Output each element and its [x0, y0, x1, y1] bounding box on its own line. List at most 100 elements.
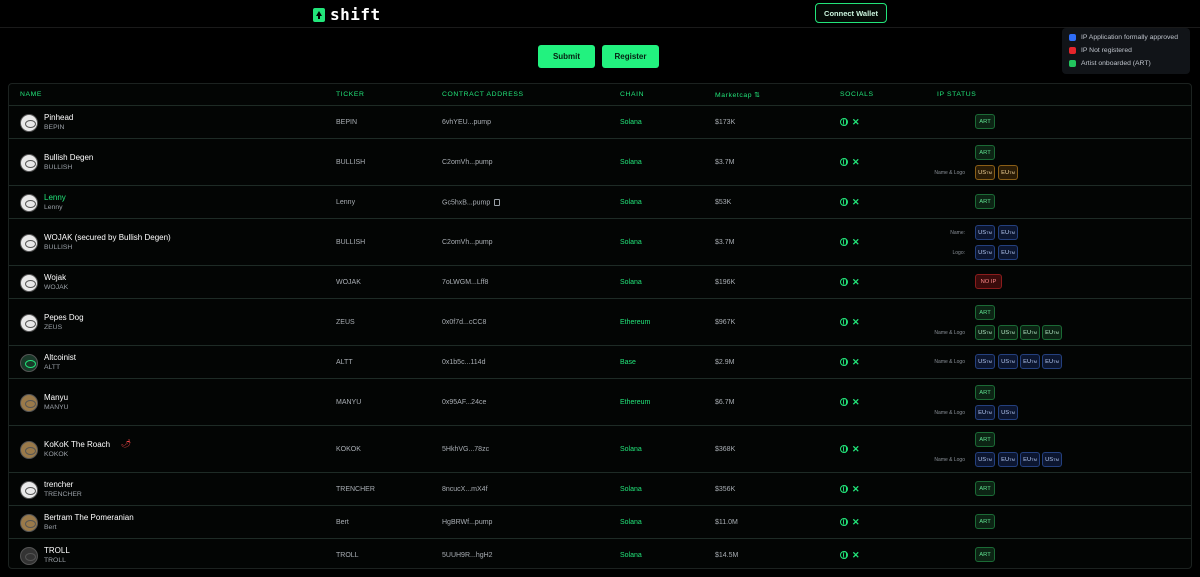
- table-row[interactable]: trencher TRENCHER TRENCHER 8ncucX...mX4f Sol…: [9, 473, 1191, 506]
- x-twitter-icon[interactable]: ✕: [852, 317, 860, 327]
- token-name[interactable]: Lenny: [44, 193, 66, 202]
- contract-address[interactable]: 6vhYEU...pump: [442, 119, 491, 126]
- table-row[interactable]: Wojak WOJAK WOJAK 7oLWGM...Lff8 Solana $196K ✕…: [9, 266, 1191, 299]
- token-name[interactable]: Bullish Degen: [44, 153, 93, 162]
- us-trademark-badge[interactable]: US TM: [975, 452, 995, 467]
- art-badge[interactable]: ART: [975, 547, 995, 562]
- connect-wallet-button[interactable]: Connect Wallet: [815, 3, 887, 23]
- art-badge[interactable]: ART: [975, 514, 995, 529]
- x-twitter-icon[interactable]: ✕: [852, 357, 860, 367]
- contract-address[interactable]: Gc5hxB...pump: [442, 199, 490, 206]
- contract-address-cell[interactable]: 8ncucX...mX4f: [442, 486, 488, 493]
- us-trademark-badge[interactable]: US TM: [998, 354, 1018, 369]
- globe-icon[interactable]: [840, 318, 848, 326]
- token-name[interactable]: Manyu: [44, 393, 68, 402]
- contract-address-cell[interactable]: 6vhYEU...pump: [442, 119, 491, 126]
- contract-address[interactable]: HgBRWf...pump: [442, 519, 492, 526]
- us-trademark-badge[interactable]: US TM: [975, 354, 995, 369]
- us-trademark-badge[interactable]: US TM: [975, 325, 995, 340]
- us-trademark-badge[interactable]: US TM: [975, 245, 995, 260]
- contract-address[interactable]: 5HkhVG...78zc: [442, 446, 489, 453]
- art-badge[interactable]: ART: [975, 385, 995, 400]
- table-row[interactable]: KoKoK The Roach 🌶 KOKOK KOKOK 5HkhVG...78zc S…: [9, 426, 1191, 473]
- eu-trademark-badge[interactable]: EU TM: [998, 245, 1018, 260]
- contract-address-cell[interactable]: 5HkhVG...78zc: [442, 446, 489, 453]
- eu-trademark-badge[interactable]: EU TM: [998, 165, 1018, 180]
- eu-trademark-badge[interactable]: EU TM: [998, 452, 1018, 467]
- token-name[interactable]: WOJAK (secured by Bullish Degen): [44, 233, 171, 242]
- us-trademark-badge[interactable]: US TM: [1042, 452, 1062, 467]
- table-row[interactable]: Bullish Degen BULLISH BULLISH C2omVh...pump…: [9, 139, 1191, 186]
- x-twitter-icon[interactable]: ✕: [852, 157, 860, 167]
- token-name[interactable]: Pinhead: [44, 113, 73, 122]
- no-ip-badge[interactable]: NO IP: [975, 274, 1002, 289]
- contract-address[interactable]: 5UUH9R...hgH2: [442, 552, 493, 559]
- table-row[interactable]: Pepes Dog ZEUS ZEUS 0x0f7d...cCC8 Ethereum $9…: [9, 299, 1191, 346]
- x-twitter-icon[interactable]: ✕: [852, 117, 860, 127]
- table-row[interactable]: Pinhead BEPIN BEPIN 6vhYEU...pump Solana $173…: [9, 106, 1191, 139]
- globe-icon[interactable]: [840, 278, 848, 286]
- art-badge[interactable]: ART: [975, 481, 995, 496]
- contract-address-cell[interactable]: Gc5hxB...pump: [442, 198, 501, 206]
- globe-icon[interactable]: [840, 118, 848, 126]
- contract-address[interactable]: 0x0f7d...cCC8: [442, 319, 486, 326]
- contract-address[interactable]: 8ncucX...mX4f: [442, 486, 488, 493]
- globe-icon[interactable]: [840, 551, 848, 559]
- table-row[interactable]: Manyu MANYU MANYU 0x95AF...24ce Ethereum $6.7…: [9, 379, 1191, 426]
- us-trademark-badge[interactable]: US TM: [998, 325, 1018, 340]
- submit-button[interactable]: Submit: [538, 45, 595, 68]
- col-marketcap[interactable]: Marketcap ⇅: [715, 91, 761, 99]
- x-twitter-icon[interactable]: ✕: [852, 484, 860, 494]
- table-row[interactable]: Altcoinist ALTT ALTT 0x1b5c...114d Base $2.9M…: [9, 346, 1191, 379]
- token-name[interactable]: Wojak: [44, 273, 66, 282]
- table-row[interactable]: Lenny Lenny Lenny Gc5hxB...pump Solana $53K ✕ A…: [9, 186, 1191, 219]
- contract-address-cell[interactable]: 0x1b5c...114d: [442, 359, 485, 366]
- eu-trademark-badge[interactable]: EU TM: [975, 405, 995, 420]
- x-twitter-icon[interactable]: ✕: [852, 397, 860, 407]
- token-name[interactable]: Altcoinist: [44, 353, 76, 362]
- copy-icon[interactable]: [494, 198, 501, 206]
- globe-icon[interactable]: [840, 158, 848, 166]
- globe-icon[interactable]: [840, 445, 848, 453]
- eu-trademark-badge[interactable]: EU TM: [1020, 354, 1040, 369]
- contract-address[interactable]: 0x95AF...24ce: [442, 399, 486, 406]
- art-badge[interactable]: ART: [975, 145, 995, 160]
- art-badge[interactable]: ART: [975, 114, 995, 129]
- eu-trademark-badge[interactable]: EU TM: [1042, 354, 1062, 369]
- x-twitter-icon[interactable]: ✕: [852, 197, 860, 207]
- contract-address-cell[interactable]: C2omVh...pump: [442, 239, 493, 246]
- contract-address-cell[interactable]: HgBRWf...pump: [442, 519, 492, 526]
- globe-icon[interactable]: [840, 398, 848, 406]
- contract-address-cell[interactable]: 0x0f7d...cCC8: [442, 319, 486, 326]
- token-name[interactable]: TROLL: [44, 546, 70, 555]
- contract-address-cell[interactable]: C2omVh...pump: [442, 159, 493, 166]
- globe-icon[interactable]: [840, 198, 848, 206]
- us-trademark-badge[interactable]: US TM: [998, 405, 1018, 420]
- eu-trademark-badge[interactable]: EU TM: [1020, 452, 1040, 467]
- contract-address-cell[interactable]: 5UUH9R...hgH2: [442, 552, 493, 559]
- contract-address-cell[interactable]: 0x95AF...24ce: [442, 399, 486, 406]
- table-row[interactable]: TROLL TROLL TROLL 5UUH9R...hgH2 Solana $14.5M…: [9, 539, 1191, 568]
- contract-address[interactable]: C2omVh...pump: [442, 159, 493, 166]
- art-badge[interactable]: ART: [975, 432, 995, 447]
- col-chain[interactable]: CHAIN: [620, 91, 644, 98]
- col-name[interactable]: NAME: [20, 91, 42, 98]
- eu-trademark-badge[interactable]: EU TM: [998, 225, 1018, 240]
- eu-trademark-badge[interactable]: EU TM: [1042, 325, 1062, 340]
- globe-icon[interactable]: [840, 358, 848, 366]
- globe-icon[interactable]: [840, 518, 848, 526]
- globe-icon[interactable]: [840, 485, 848, 493]
- table-row[interactable]: WOJAK (secured by Bullish Degen) BULLISH B…: [9, 219, 1191, 266]
- col-contract[interactable]: CONTRACT ADDRESS: [442, 91, 524, 98]
- token-name[interactable]: KoKoK The Roach: [44, 440, 110, 449]
- globe-icon[interactable]: [840, 238, 848, 246]
- eu-trademark-badge[interactable]: EU TM: [1020, 325, 1040, 340]
- contract-address[interactable]: 7oLWGM...Lff8: [442, 279, 488, 286]
- token-name[interactable]: Bertram The Pomeranian: [44, 513, 134, 522]
- token-name[interactable]: Pepes Dog: [44, 313, 84, 322]
- x-twitter-icon[interactable]: ✕: [852, 277, 860, 287]
- register-button[interactable]: Register: [602, 45, 659, 68]
- token-name[interactable]: trencher: [44, 480, 73, 489]
- contract-address-cell[interactable]: 7oLWGM...Lff8: [442, 279, 488, 286]
- x-twitter-icon[interactable]: ✕: [852, 444, 860, 454]
